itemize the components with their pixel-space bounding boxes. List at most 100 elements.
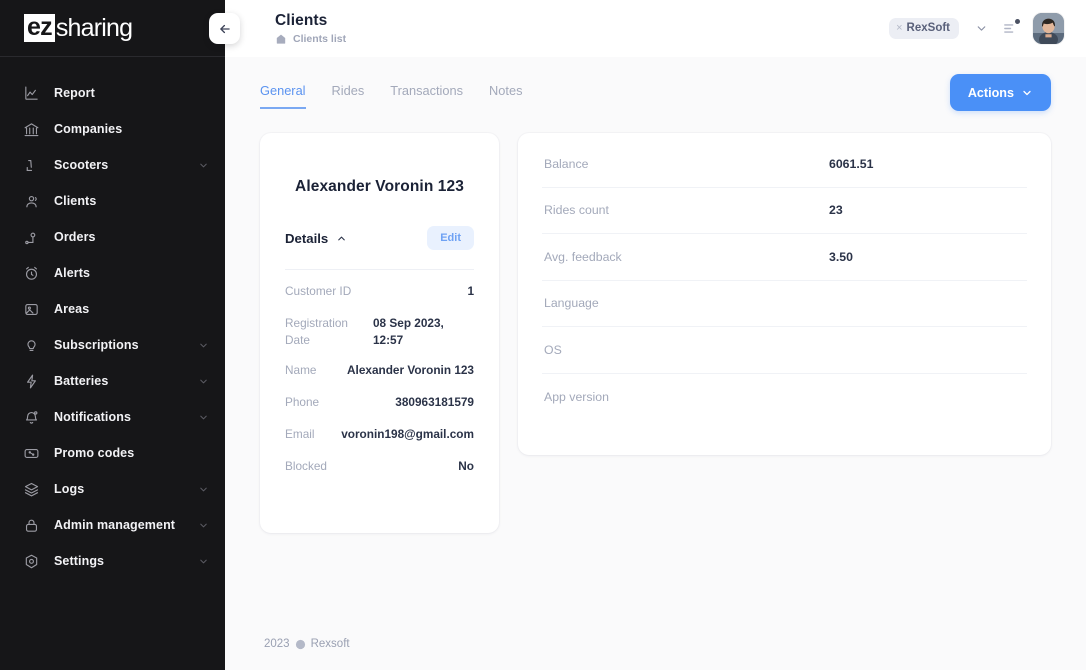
chevron-down-icon[interactable]: [198, 160, 209, 171]
image-area-icon: [22, 300, 40, 318]
detail-label: Customer ID: [285, 284, 352, 298]
detail-value: 1: [467, 284, 474, 298]
sidebar-item-label: Scooters: [54, 158, 109, 172]
sidebar-item-label: Alerts: [54, 266, 91, 280]
sidebar-item-label: Companies: [54, 122, 123, 136]
sidebar-item-label: Batteries: [54, 374, 109, 388]
stats-rows: Balance 6061.51 Rides count 23 Avg. feedback…: [542, 141, 1027, 420]
sidebar-item-areas[interactable]: Areas: [0, 291, 225, 327]
copyright-icon: [295, 639, 306, 650]
tab-notes[interactable]: Notes: [489, 83, 522, 109]
chevron-down-icon[interactable]: [198, 376, 209, 387]
sidebar-item-logs[interactable]: Logs: [0, 471, 225, 507]
chevron-down-icon[interactable]: [198, 412, 209, 423]
stat-row: Balance 6061.51: [542, 141, 1027, 188]
org-chip[interactable]: × RexSoft: [889, 18, 959, 39]
stat-label: OS: [544, 342, 562, 357]
sidebar-item-label: Subscriptions: [54, 338, 139, 352]
stat-label: Rides count: [544, 203, 609, 218]
main-area: Clients Clients list × RexSoft General R…: [225, 0, 1086, 670]
chevron-up-icon[interactable]: [336, 233, 347, 244]
sidebar-item-admin-management[interactable]: Admin management: [0, 507, 225, 543]
chevron-down-icon: [1021, 87, 1033, 99]
alarm-clock-icon: [22, 264, 40, 282]
breadcrumb-label[interactable]: Clients list: [293, 33, 346, 45]
sidebar-item-label: Notifications: [54, 410, 131, 424]
stat-value: 3.50: [829, 249, 853, 264]
avatar[interactable]: [1033, 13, 1064, 44]
tab-general[interactable]: General: [260, 83, 306, 109]
chevron-down-icon[interactable]: [198, 556, 209, 567]
sidebar-item-promo-codes[interactable]: Promo codes: [0, 435, 225, 471]
sidebar-item-settings[interactable]: Settings: [0, 543, 225, 579]
chevron-down-icon[interactable]: [975, 22, 988, 35]
stat-row: App version: [542, 374, 1027, 421]
sidebar-nav: Report Companies Scooters Clients Orders Aler…: [0, 57, 225, 579]
stat-label: App version: [544, 389, 609, 404]
client-name: Alexander Voronin 123: [295, 178, 464, 195]
detail-value: voronin198@gmail.com: [341, 427, 474, 442]
stat-label: Language: [544, 296, 599, 311]
detail-label: Phone: [285, 395, 320, 410]
detail-label: Registration Date: [285, 316, 348, 348]
users-icon: [22, 192, 40, 210]
sidebar-item-label: Admin management: [54, 518, 176, 532]
sidebar-item-orders[interactable]: Orders: [0, 219, 225, 255]
tab-list: General Rides Transactions Notes: [260, 83, 522, 109]
sidebar-item-companies[interactable]: Companies: [0, 111, 225, 147]
sidebar-item-subscriptions[interactable]: Subscriptions: [0, 327, 225, 363]
detail-value: 380963181579: [395, 395, 474, 410]
edit-button[interactable]: Edit: [427, 226, 474, 250]
detail-row: Customer ID 1: [285, 270, 474, 302]
details-rows: Customer ID 1 Registration Date 08 Sep 2023…: [285, 270, 474, 477]
app-root: ez sharing Report Companies Scooters Clients…: [0, 0, 1086, 670]
actions-button[interactable]: Actions: [949, 74, 1051, 111]
bolt-icon: [22, 372, 40, 390]
bell-icon: [22, 408, 40, 426]
layers-icon: [22, 480, 40, 498]
brand-logo[interactable]: ez sharing: [0, 0, 225, 57]
tab-rides[interactable]: Rides: [332, 83, 365, 109]
brand-logo-text: ez sharing: [24, 14, 133, 43]
page-title: Clients: [275, 12, 328, 29]
footer-copyright: 2023 Rexsoft: [264, 638, 350, 650]
map-pin-icon: [22, 228, 40, 246]
sidebar-item-notifications[interactable]: Notifications: [0, 399, 225, 435]
sidebar-item-label: Areas: [54, 302, 90, 316]
sidebar-item-scooters[interactable]: Scooters: [0, 147, 225, 183]
notification-badge-dot: [1015, 19, 1020, 24]
ticket-percent-icon: [22, 444, 40, 462]
page-content: General Rides Transactions Notes Actions Al…: [225, 57, 1086, 618]
detail-label: Blocked: [285, 459, 327, 474]
chevron-down-icon[interactable]: [198, 520, 209, 531]
close-icon[interactable]: ×: [896, 22, 902, 34]
sidebar-item-batteries[interactable]: Batteries: [0, 363, 225, 399]
stat-row: Avg. feedback 3.50: [542, 234, 1027, 281]
detail-row: Email voronin198@gmail.com: [285, 413, 474, 445]
detail-label: Name: [285, 363, 317, 378]
brand-logo-ez: ez: [24, 14, 55, 42]
collapse-sidebar-button[interactable]: [209, 13, 240, 44]
actions-button-label: Actions: [967, 85, 1014, 100]
lock-icon: [22, 516, 40, 534]
page-heading: Clients Clients list: [275, 12, 346, 45]
details-section-header: Details Edit: [285, 226, 474, 250]
sidebar-item-label: Orders: [54, 230, 96, 244]
detail-value: Alexander Voronin 123: [347, 363, 474, 378]
tabs-row: General Rides Transactions Notes Actions: [260, 57, 1051, 111]
notifications-icon[interactable]: [1002, 19, 1020, 37]
footer-company: Rexsoft: [310, 638, 350, 650]
details-section-title: Details: [285, 230, 329, 246]
sidebar-item-clients[interactable]: Clients: [0, 183, 225, 219]
home-icon: [275, 33, 287, 45]
tab-transactions[interactable]: Transactions: [390, 83, 463, 109]
sidebar-item-report[interactable]: Report: [0, 75, 225, 111]
detail-row: Name Alexander Voronin 123: [285, 349, 474, 381]
org-chip-label: RexSoft: [906, 22, 950, 34]
sidebar-item-alerts[interactable]: Alerts: [0, 255, 225, 291]
chevron-down-icon[interactable]: [198, 484, 209, 495]
stats-card: Balance 6061.51 Rides count 23 Avg. feedback…: [518, 133, 1051, 455]
chevron-down-icon[interactable]: [198, 340, 209, 351]
bank-icon: [22, 120, 40, 138]
stat-label: Avg. feedback: [544, 249, 622, 264]
